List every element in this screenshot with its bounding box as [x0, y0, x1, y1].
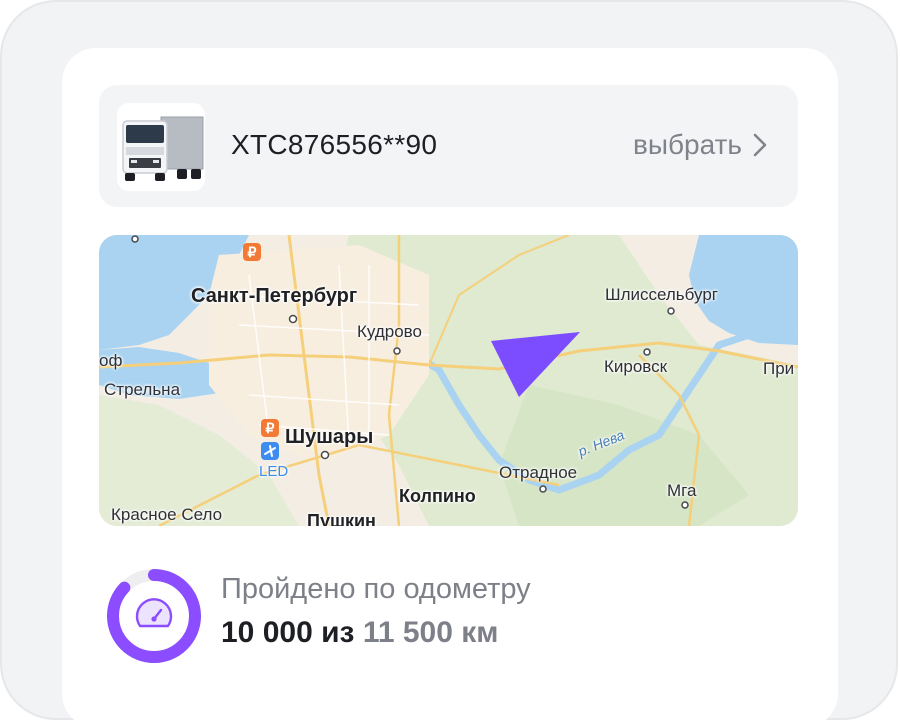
speedometer-icon	[135, 598, 173, 628]
map-label-strelna: Стрельна	[104, 380, 181, 399]
choose-label: выбрать	[633, 129, 742, 160]
map-label-mga: Мга	[667, 481, 697, 500]
fuel-station-marker: ₽	[243, 243, 261, 261]
truck-icon	[117, 103, 205, 191]
choose-vehicle-button[interactable]: выбрать	[633, 129, 768, 161]
odometer-of: из	[321, 616, 355, 649]
odometer-value: 10 000 из 11 500 км	[221, 616, 498, 650]
odometer-current: 10 000	[221, 616, 313, 649]
odometer-progress-ring	[106, 568, 202, 664]
odometer-total: 11 500 км	[362, 616, 499, 649]
map-label-kolpino: Колпино	[399, 486, 476, 506]
map-label-kirovsk: Кировск	[604, 357, 668, 376]
map-label-of: оф	[99, 351, 123, 370]
truck-thumbnail	[117, 103, 205, 191]
vehicle-selector[interactable]: XTC876556**90 выбрать	[99, 85, 798, 207]
map-label-kudrovo: Кудрово	[357, 322, 422, 341]
odometer-title: Пройдено по одометру	[221, 573, 531, 605]
location-map[interactable]: ₽ ₽ Санкт-Петербург Шлиссельбург Кудрово…	[99, 235, 798, 526]
chevron-right-icon	[753, 133, 767, 157]
map-label-spb: Санкт-Петербург	[191, 285, 358, 307]
map-label-otradnoe: Отрадное	[499, 463, 578, 482]
vehicle-plate: XTC876556**90	[231, 129, 438, 160]
map-label-pushkin: Пушкин	[307, 511, 376, 526]
svg-text:₽: ₽	[266, 420, 275, 436]
svg-text:₽: ₽	[248, 244, 257, 260]
map-label-shlisselburg: Шлиссельбург	[605, 285, 718, 304]
map-label-led: LED	[259, 463, 289, 480]
map-label-pri: При	[763, 359, 795, 378]
map-label-shushary: Шушары	[285, 426, 374, 448]
map-label-krasnoe: Красное Село	[111, 505, 223, 524]
